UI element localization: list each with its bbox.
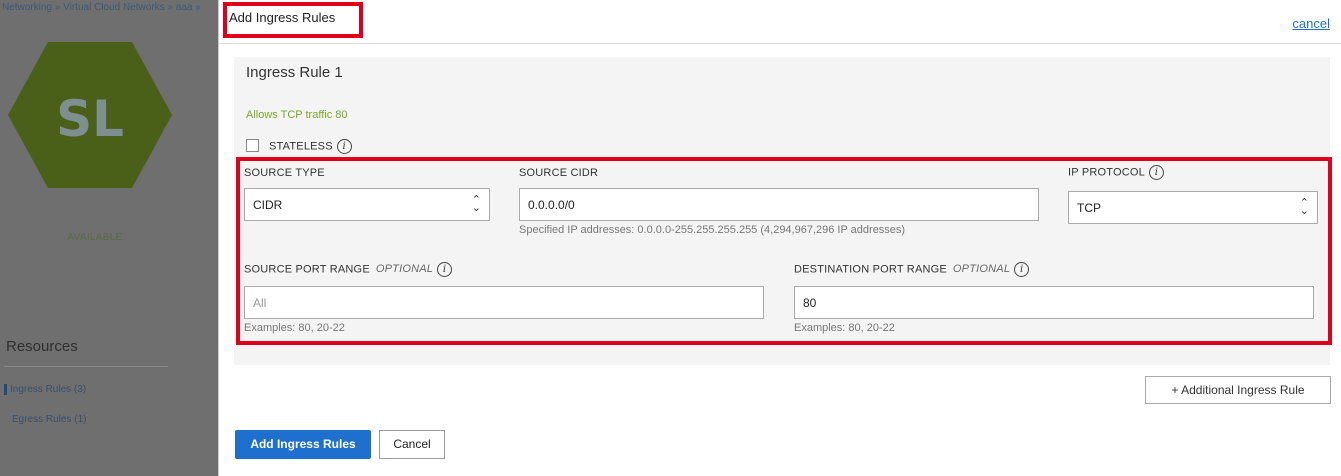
cancel-button[interactable]: Cancel [379, 430, 445, 459]
breadcrumb: Networking » Virtual Cloud Networks » aa… [2, 2, 201, 13]
resource-item-egress[interactable]: Egress Rules (1) [12, 414, 86, 425]
additional-ingress-rule-button[interactable]: + Additional Ingress Rule [1145, 376, 1331, 404]
panel-header: Add Ingress Rules cancel [219, 0, 1341, 44]
fields-highlight [236, 157, 1332, 345]
avatar-text: SL [56, 90, 124, 148]
rule-heading: Ingress Rule 1 [246, 64, 343, 81]
resources-heading: Resources [6, 338, 78, 355]
divider [4, 366, 168, 367]
status-label: AVAILABLE [67, 232, 123, 243]
stateless-label-row: STATELESS i [269, 139, 352, 154]
cancel-link[interactable]: cancel [1292, 16, 1330, 31]
stateless-checkbox[interactable] [246, 139, 259, 152]
rule-description: Allows TCP traffic 80 [246, 109, 348, 121]
panel-title: Add Ingress Rules [229, 10, 336, 25]
stateless-label: STATELESS [269, 140, 333, 153]
add-ingress-rules-button[interactable]: Add Ingress Rules [235, 430, 371, 459]
info-icon[interactable]: i [336, 139, 352, 154]
vcn-avatar: SL [6, 40, 174, 190]
resource-item-ingress[interactable]: Ingress Rules (3) [4, 384, 86, 395]
background-page: Networking » Virtual Cloud Networks » aa… [0, 0, 218, 476]
